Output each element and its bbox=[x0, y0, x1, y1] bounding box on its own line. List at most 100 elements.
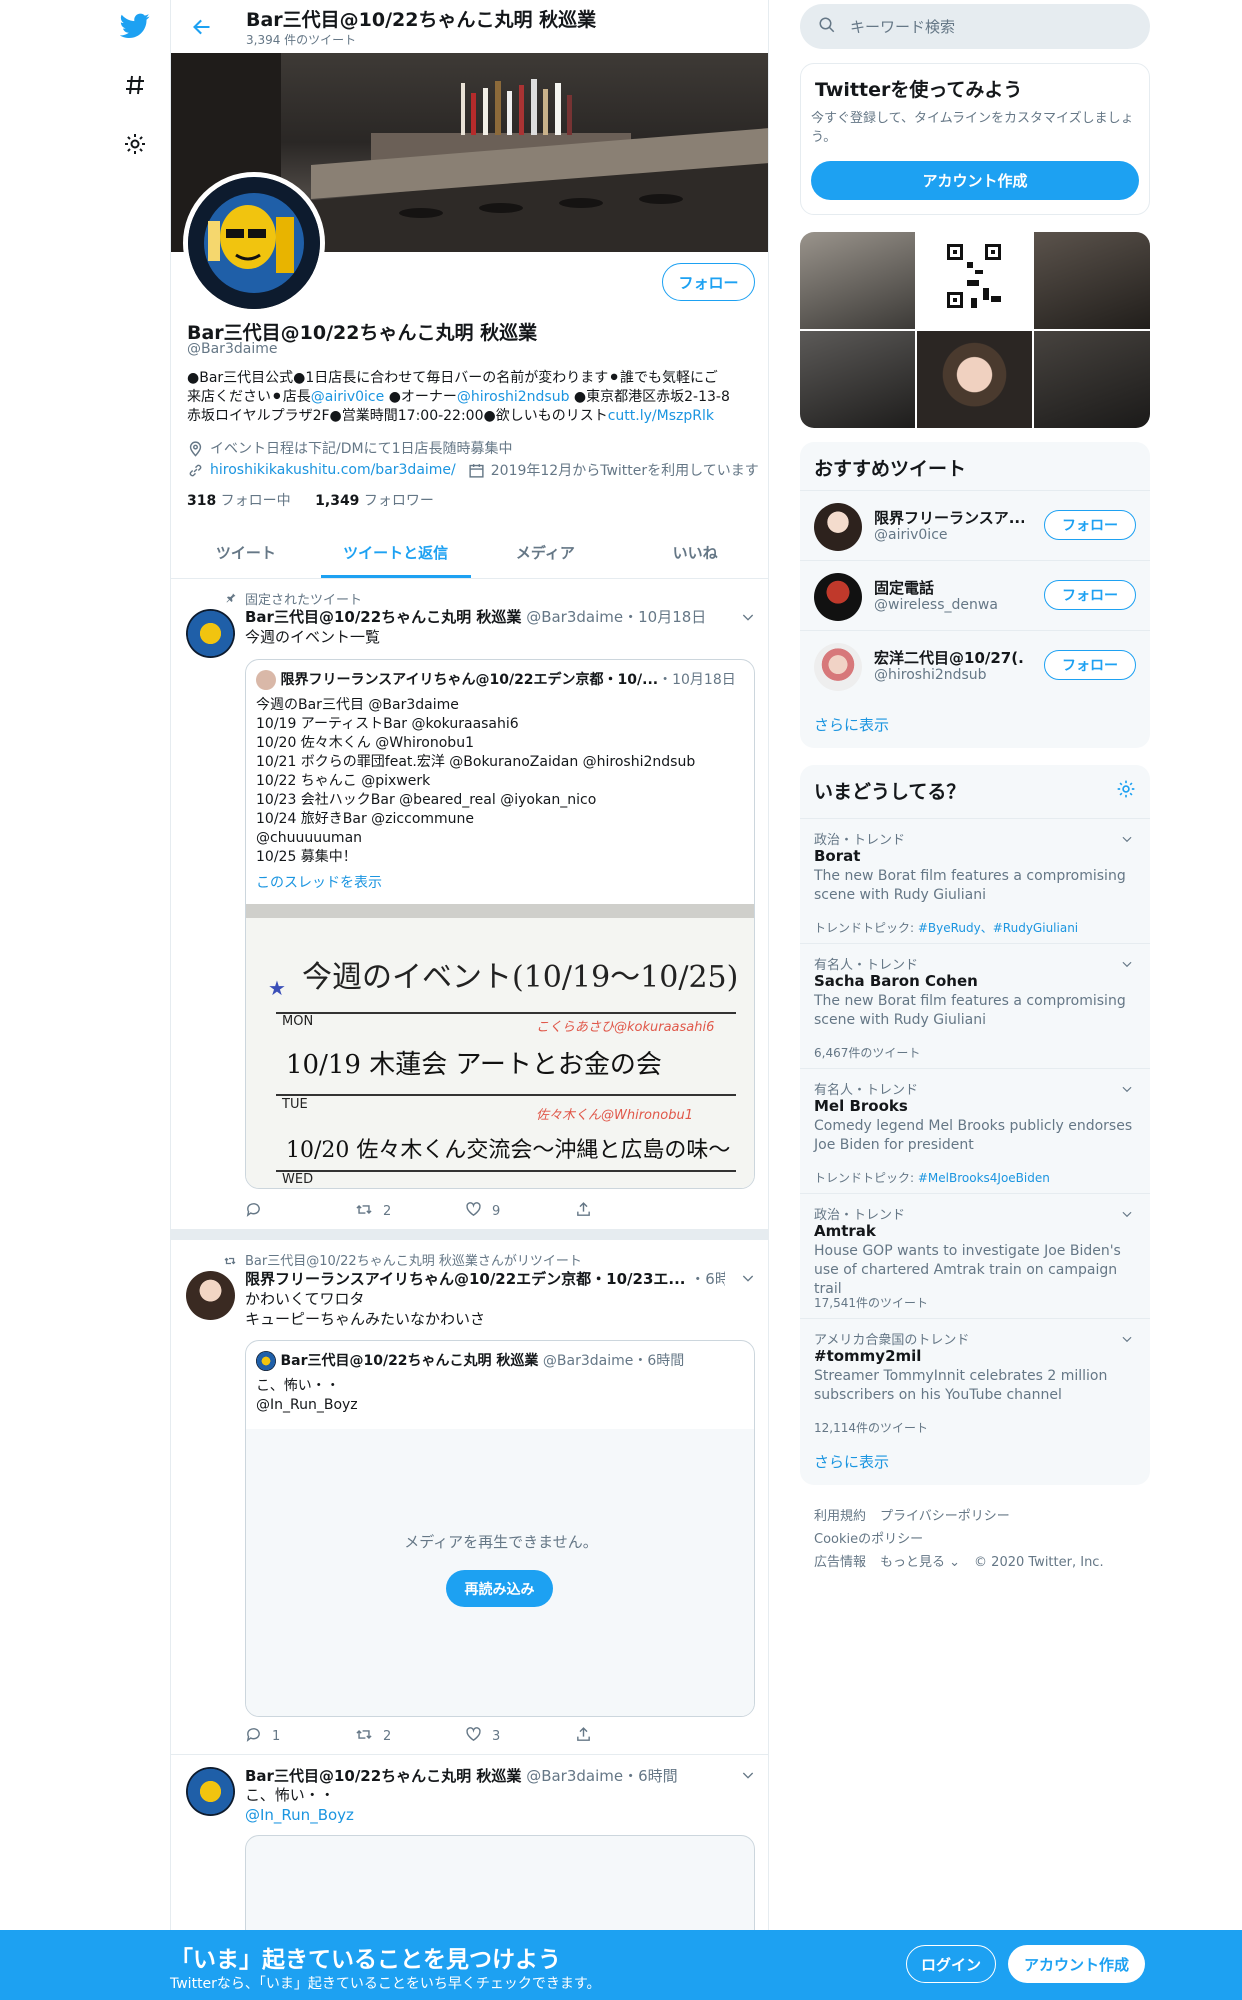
media-thumbnail[interactable] bbox=[1034, 232, 1150, 329]
tab-tweets-and-replies[interactable]: ツイートと返信 bbox=[320, 526, 471, 578]
create-account-button[interactable]: アカウント作成 bbox=[811, 161, 1139, 200]
media-thumbnail[interactable] bbox=[800, 331, 915, 428]
tweet-time[interactable]: ・10月18日 bbox=[623, 608, 706, 626]
tweet[interactable]: Bar三代目@10/22ちゃんこ丸明 秋巡業さんがリツイート 限界フリーランスア… bbox=[171, 1240, 768, 1755]
trend-topic-links[interactable]: #MelBrooks4JoeBiden bbox=[918, 1171, 1050, 1185]
like-button[interactable]: 3 bbox=[465, 1726, 575, 1747]
followers-label: フォロワー bbox=[359, 493, 434, 509]
wishlist-link[interactable]: cutt.ly/MszpRlk bbox=[608, 408, 714, 424]
share-button[interactable] bbox=[575, 1201, 685, 1222]
user-name[interactable]: 宏洋二代目@10/27(... bbox=[874, 647, 1024, 668]
tweet-author-name[interactable]: Bar三代目@10/22ちゃんこ丸明 秋巡業 bbox=[245, 608, 521, 626]
show-more-link[interactable]: さらに表示 bbox=[814, 714, 889, 735]
tweet-avatar[interactable] bbox=[186, 609, 235, 658]
reply-button[interactable] bbox=[245, 1201, 355, 1222]
mention-link[interactable]: @hiroshi2ndsub bbox=[457, 389, 570, 405]
bio-line: 来店ください⚫店長@airiv0ice ●オーナー@hiroshi2ndsub … bbox=[187, 388, 754, 407]
board-rule bbox=[276, 1094, 736, 1096]
avatar[interactable] bbox=[814, 503, 862, 551]
follow-button[interactable]: フォロー bbox=[1044, 580, 1136, 610]
more-link[interactable]: もっと見る ⌄ bbox=[880, 1555, 960, 1570]
tab-likes[interactable]: いいね bbox=[620, 526, 768, 578]
login-button[interactable]: ログイン bbox=[906, 1945, 996, 1983]
media-thumbnail[interactable] bbox=[1034, 331, 1150, 428]
trend-item[interactable]: 有名人・トレンド Mel Brooks Comedy legend Mel Br… bbox=[800, 1068, 1150, 1193]
chevron-down-icon[interactable] bbox=[1120, 1081, 1134, 1100]
retweet-count: 2 bbox=[383, 1729, 392, 1744]
following-link[interactable]: 318 フォロー中 bbox=[187, 493, 291, 509]
chevron-down-icon[interactable] bbox=[1120, 1331, 1134, 1350]
chevron-down-icon[interactable] bbox=[1120, 956, 1134, 975]
follow-button[interactable]: フォロー bbox=[1044, 650, 1136, 680]
retweeted-by[interactable]: Bar三代目@10/22ちゃんこ丸明 秋巡業さんがリツイート bbox=[245, 1250, 582, 1269]
tweet-author-name[interactable]: Bar三代目@10/22ちゃんこ丸明 秋巡業 bbox=[245, 1767, 521, 1785]
chevron-down-icon[interactable] bbox=[740, 1767, 756, 1783]
tweet-time[interactable]: ・6時間 bbox=[623, 1767, 678, 1785]
tweet-author-name[interactable]: 限界フリーランスアイリちゃん@10/22エデン京都・10/23エ... bbox=[245, 1270, 686, 1288]
cookie-link[interactable]: Cookieのポリシー bbox=[814, 1532, 923, 1547]
media-thumbnail[interactable] bbox=[800, 232, 915, 329]
show-thread-link[interactable]: このスレッドを表示 bbox=[256, 872, 382, 892]
quoted-tweet[interactable]: Bar三代目@10/22ちゃんこ丸明 秋巡業 @Bar3daime・6時間 こ、… bbox=[245, 1340, 755, 1717]
ads-info-link[interactable]: 広告情報 bbox=[814, 1555, 866, 1570]
recommended-user[interactable]: 宏洋二代目@10/27(... @hiroshi2ndsub フォロー bbox=[800, 630, 1150, 700]
hashtag-icon[interactable] bbox=[110, 60, 160, 110]
share-button[interactable] bbox=[575, 1726, 685, 1747]
gear-icon[interactable] bbox=[110, 119, 160, 169]
avatar[interactable] bbox=[814, 573, 862, 621]
terms-link[interactable]: 利用規約 bbox=[814, 1509, 866, 1524]
mention-link[interactable]: @In_Run_Boyz bbox=[245, 1806, 354, 1824]
tweet-avatar[interactable] bbox=[186, 1271, 235, 1320]
main-column: Bar三代目@10/22ちゃんこ丸明 秋巡業 3,394 件のツイート フォロー… bbox=[170, 0, 769, 2000]
tab-tweets[interactable]: ツイート bbox=[171, 526, 321, 578]
show-more-link[interactable]: さらに表示 bbox=[814, 1451, 889, 1472]
tweet-author-handle[interactable]: @Bar3daime bbox=[526, 608, 623, 626]
who-to-follow-title: おすすめツイート bbox=[814, 458, 967, 480]
signup-card: Twitterを使ってみよう 今すぐ登録して、タイムラインをカスタマイズしましょ… bbox=[800, 63, 1150, 215]
follow-button[interactable]: フォロー bbox=[1044, 510, 1136, 540]
mention-link[interactable]: @airiv0ice bbox=[311, 389, 385, 405]
reload-button[interactable]: 再読み込み bbox=[446, 1570, 553, 1607]
trend-item[interactable]: 政治・トレンド Amtrak House GOP wants to invest… bbox=[800, 1193, 1150, 1318]
retweet-button[interactable]: 2 bbox=[355, 1201, 465, 1222]
follow-button[interactable]: フォロー bbox=[662, 263, 755, 301]
chevron-down-icon[interactable] bbox=[740, 609, 756, 625]
quoted-tweet[interactable]: 限界フリーランスアイリちゃん@10/22エデン京都・10/...・10月18日 … bbox=[245, 659, 755, 1189]
user-name[interactable]: 限界フリーランスア... bbox=[874, 507, 1024, 528]
avatar[interactable] bbox=[814, 643, 862, 691]
like-button[interactable]: 9 bbox=[465, 1201, 575, 1222]
tweet-avatar[interactable] bbox=[186, 1767, 235, 1816]
profile-avatar[interactable] bbox=[183, 172, 325, 314]
whiteboard-photo[interactable]: ★ 今週のイベント(10/19〜10/25) MON こくらあさひ@kokura… bbox=[246, 904, 754, 1188]
followers-link[interactable]: 1,349 フォロワー bbox=[315, 493, 434, 509]
tweet-time[interactable]: ・6時間 bbox=[690, 1270, 725, 1288]
tweet[interactable]: 固定されたツイート Bar三代目@10/22ちゃんこ丸明 秋巡業 @Bar3da… bbox=[171, 579, 768, 1230]
trend-item[interactable]: 政治・トレンド Borat The new Borat film feature… bbox=[800, 818, 1150, 943]
tab-media[interactable]: メディア bbox=[471, 526, 621, 578]
signup-button[interactable]: アカウント作成 bbox=[1008, 1945, 1145, 1983]
recommended-user[interactable]: 限界フリーランスア... @airiv0ice フォロー bbox=[800, 490, 1150, 560]
chevron-down-icon[interactable] bbox=[1120, 1206, 1134, 1225]
tweet-count: 3,394 件のツイート bbox=[246, 33, 357, 47]
gear-icon[interactable] bbox=[1116, 779, 1136, 803]
trend-topic-links[interactable]: #ByeRudy、#RudyGiuliani bbox=[918, 921, 1078, 935]
quote-text: 今週のBar三代目 @Bar3daime 10/19 アーティストBar @ko… bbox=[256, 697, 696, 865]
reply-button[interactable]: 1 bbox=[245, 1726, 355, 1747]
media-thumbnail[interactable] bbox=[917, 232, 1032, 329]
chevron-down-icon[interactable] bbox=[1120, 831, 1134, 850]
tweet-author-handle[interactable]: @Bar3daime bbox=[526, 1767, 623, 1785]
search-input[interactable]: キーワード検索 bbox=[800, 4, 1150, 49]
chevron-down-icon[interactable] bbox=[740, 1270, 756, 1286]
back-arrow-icon[interactable] bbox=[185, 10, 219, 44]
trend-item[interactable]: 有名人・トレンド Sacha Baron Cohen The new Borat… bbox=[800, 943, 1150, 1068]
banner-title: 「いま」起きていることを見つけよう bbox=[170, 1947, 561, 1973]
bio-text: 来店ください⚫店長 bbox=[187, 389, 311, 405]
recommended-user[interactable]: 固定電話 @wireless_denwa フォロー bbox=[800, 560, 1150, 630]
website-link[interactable]: hiroshikikakushitu.com/bar3daime/ bbox=[210, 462, 456, 478]
trend-item[interactable]: アメリカ合衆国のトレンド #tommy2mil Streamer TommyIn… bbox=[800, 1318, 1150, 1443]
user-name[interactable]: 固定電話 bbox=[874, 577, 1024, 598]
media-thumbnail[interactable] bbox=[917, 331, 1032, 428]
privacy-link[interactable]: プライバシーポリシー bbox=[880, 1509, 1010, 1524]
retweet-button[interactable]: 2 bbox=[355, 1726, 465, 1747]
twitter-bird-icon[interactable] bbox=[110, 1, 160, 51]
